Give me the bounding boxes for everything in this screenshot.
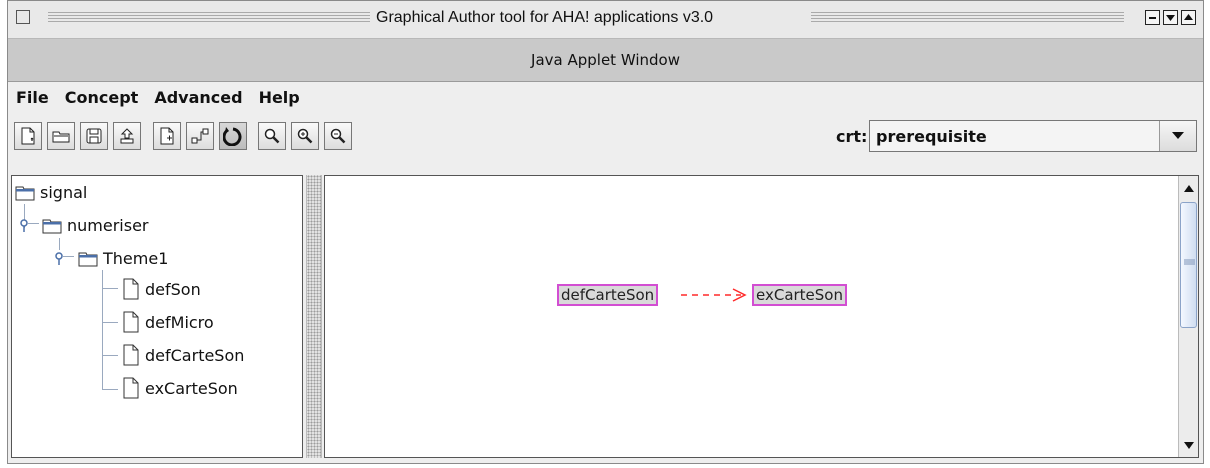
new-file-icon	[21, 127, 35, 145]
tree-node-signal[interactable]: signal	[15, 183, 87, 202]
tree-line	[102, 322, 118, 323]
crt-select[interactable]: prerequisite	[869, 120, 1197, 152]
concept-tree[interactable]: signal numeriser Theme1 defSon defMicro …	[11, 175, 303, 458]
document-icon	[123, 311, 139, 333]
tree-node-label: signal	[40, 183, 88, 202]
tree-node-defson[interactable]: defSon	[122, 278, 201, 300]
refresh-button[interactable]	[219, 122, 247, 150]
tree-node-numeriser[interactable]: numeriser	[42, 216, 149, 235]
folder-icon	[78, 252, 98, 266]
export-upload-icon	[120, 128, 134, 144]
crt-label: crt:	[836, 127, 868, 146]
window-menu-icon[interactable]	[16, 10, 30, 24]
minimize-icon[interactable]	[1145, 10, 1160, 25]
tree-line	[102, 389, 118, 390]
open-folder-icon	[52, 131, 70, 143]
crt-select-value: prerequisite	[876, 127, 987, 146]
tree-node-label: defCarteSon	[145, 345, 245, 365]
scroll-down-icon[interactable]	[1179, 435, 1198, 455]
zoom-icon	[264, 128, 280, 144]
concept-graph-canvas[interactable]: defCarteSon exCarteSon	[324, 175, 1199, 458]
menu-concept[interactable]: Concept	[57, 85, 147, 111]
menu-help[interactable]: Help	[251, 85, 308, 111]
applet-label: Java Applet Window	[531, 51, 680, 69]
tree-node-defmicro[interactable]: defMicro	[122, 311, 214, 333]
menu-advanced[interactable]: Advanced	[146, 85, 250, 111]
graph-node-excarteson[interactable]: exCarteSon	[752, 284, 847, 306]
zoom-button[interactable]	[258, 122, 286, 150]
tree-node-label: defSon	[145, 279, 201, 299]
tree-node-label: exCarteSon	[145, 378, 238, 398]
scroll-up-icon[interactable]	[1179, 178, 1198, 198]
refresh-icon	[223, 127, 242, 146]
chevron-down-icon[interactable]	[1159, 121, 1196, 151]
folder-icon	[15, 186, 35, 200]
menu-file[interactable]: File	[8, 85, 57, 111]
zoom-out-icon	[330, 128, 346, 144]
zoom-in-button[interactable]	[291, 122, 319, 150]
split-pane-divider[interactable]	[306, 175, 322, 458]
title-bar-grip	[811, 12, 1124, 24]
save-button[interactable]	[80, 122, 108, 150]
tree-node-label: numeriser	[67, 216, 149, 235]
new-file-button[interactable]	[14, 122, 42, 150]
tree-node-label: Theme1	[103, 249, 169, 268]
expand-toggle-icon[interactable]	[19, 218, 29, 232]
tree-node-excarteson[interactable]: exCarteSon	[122, 377, 238, 399]
prerequisite-arrow[interactable]	[681, 286, 753, 304]
tree-line	[102, 355, 118, 356]
applet-banner: Java Applet Window	[8, 39, 1203, 82]
tree-line	[28, 223, 39, 224]
vertical-scrollbar[interactable]	[1178, 176, 1198, 457]
restore-icon[interactable]	[1181, 10, 1196, 25]
zoom-in-icon	[297, 128, 313, 144]
title-bar-grip	[48, 12, 373, 24]
maximize-icon[interactable]	[1163, 10, 1178, 25]
expand-toggle-icon[interactable]	[54, 251, 64, 265]
tree-line	[59, 238, 60, 250]
tree-node-theme1[interactable]: Theme1	[78, 249, 168, 268]
folder-icon	[42, 219, 62, 233]
tree-node-defcarteson[interactable]: defCarteSon	[122, 344, 244, 366]
document-icon	[123, 278, 139, 300]
document-icon	[123, 377, 139, 399]
graph-node-defcarteson[interactable]: defCarteSon	[557, 284, 659, 306]
scroll-thumb[interactable]	[1180, 202, 1197, 328]
open-button[interactable]	[47, 122, 75, 150]
add-relation-icon	[191, 128, 209, 144]
title-bar[interactable]: Graphical Author tool for AHA! applicati…	[8, 1, 1203, 39]
new-concept-button[interactable]	[153, 122, 181, 150]
export-button[interactable]	[113, 122, 141, 150]
menu-bar: File Concept Advanced Help	[8, 85, 1203, 111]
tree-line	[63, 256, 74, 257]
tree-node-label: defMicro	[145, 312, 214, 332]
add-relation-button[interactable]	[186, 122, 214, 150]
document-icon	[123, 344, 139, 366]
tree-line	[102, 288, 118, 289]
new-concept-icon	[160, 127, 174, 145]
window-title: Graphical Author tool for AHA! applicati…	[370, 9, 720, 27]
save-disk-icon	[86, 128, 102, 144]
app-window: Graphical Author tool for AHA! applicati…	[7, 0, 1204, 464]
zoom-out-button[interactable]	[324, 122, 352, 150]
